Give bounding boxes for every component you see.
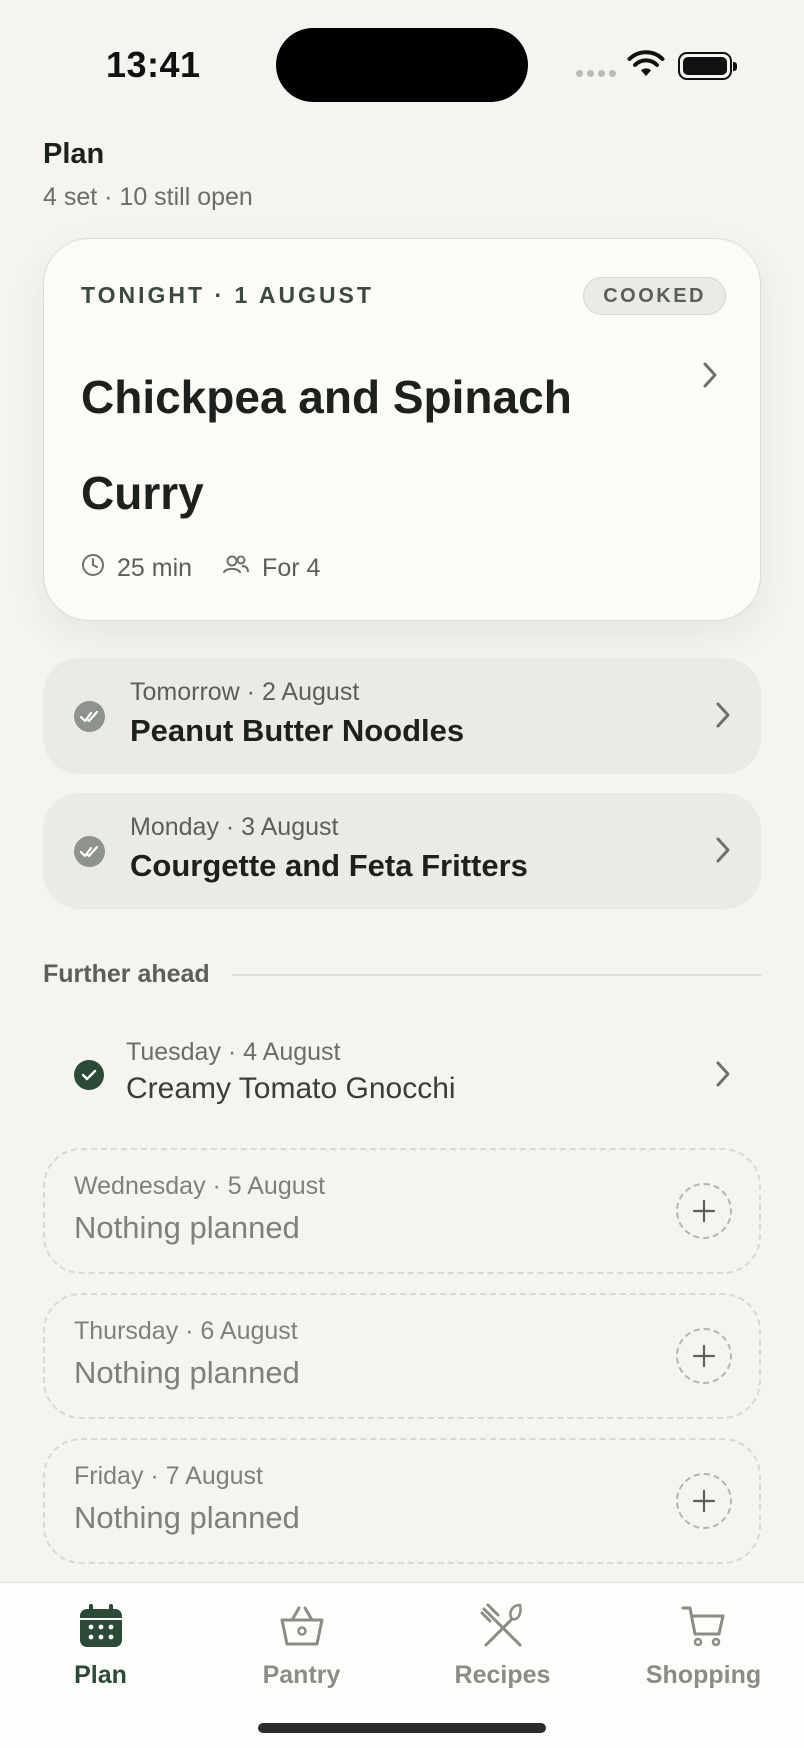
empty-day-date: Wednesday · 5 August <box>74 1172 326 1200</box>
meal-date: Tuesday · 4 August <box>126 1038 341 1066</box>
tonight-date-label: TONIGHT · 1 AUGUST <box>81 282 374 308</box>
add-meal-button[interactable] <box>676 1328 732 1384</box>
chevron-right-icon <box>702 361 718 394</box>
home-indicator[interactable] <box>258 1723 546 1733</box>
cart-icon <box>681 1601 727 1651</box>
plus-icon <box>692 1344 716 1368</box>
empty-day-text: Nothing planned <box>74 1355 300 1390</box>
empty-day-card-wednesday: Wednesday · 5 August Nothing planned <box>43 1148 761 1274</box>
meal-name: Courgette and Feta Fritters <box>130 848 528 883</box>
cooked-badge: COOKED <box>583 277 726 315</box>
meal-card-tomorrow[interactable]: Tomorrow · 2 August Peanut Butter Noodle… <box>43 658 761 774</box>
meal-duration: 25 min <box>117 554 193 582</box>
section-divider <box>231 973 761 976</box>
empty-day-text: Nothing planned <box>74 1500 300 1535</box>
tab-label: Plan <box>74 1661 127 1689</box>
double-check-icon <box>74 836 105 867</box>
page-header: Plan 4 set · 10 still open <box>43 138 253 212</box>
tab-label: Pantry <box>262 1661 341 1689</box>
tab-label: Shopping <box>645 1661 762 1689</box>
basket-icon <box>279 1601 325 1651</box>
tab-shopping[interactable]: Shopping <box>603 1601 804 1690</box>
status-time: 13:41 <box>106 44 201 85</box>
tonight-meal-title: Chickpea and Spinach Curry <box>81 371 572 519</box>
double-check-icon <box>74 701 105 732</box>
empty-day-text: Nothing planned <box>74 1210 300 1245</box>
meal-card-monday[interactable]: Monday · 3 August Courgette and Feta Fri… <box>43 793 761 909</box>
chevron-right-icon <box>715 701 731 734</box>
chevron-right-icon <box>715 836 731 869</box>
tonight-meal-card[interactable]: TONIGHT · 1 AUGUST COOKED Chickpea and S… <box>43 238 761 621</box>
calendar-icon <box>78 1601 124 1651</box>
wifi-icon <box>627 50 665 83</box>
meal-date: Tomorrow · 2 August <box>130 678 360 706</box>
empty-day-card-thursday: Thursday · 6 August Nothing planned <box>43 1293 761 1419</box>
meal-servings: For 4 <box>262 554 321 582</box>
add-meal-button[interactable] <box>676 1473 732 1529</box>
add-meal-button[interactable] <box>676 1183 732 1239</box>
meal-meta: 25 min For 4 <box>81 553 350 584</box>
plus-icon <box>692 1199 716 1223</box>
empty-day-card-friday: Friday · 7 August Nothing planned <box>43 1438 761 1564</box>
battery-icon <box>678 52 737 80</box>
status-bar: 13:41 <box>0 0 804 130</box>
chevron-right-icon <box>715 1060 731 1093</box>
further-ahead-section-header: Further ahead <box>43 960 761 989</box>
tab-plan[interactable]: Plan <box>0 1601 201 1690</box>
dynamic-island <box>276 28 528 102</box>
empty-day-date: Friday · 7 August <box>74 1462 263 1490</box>
check-icon <box>74 1060 104 1090</box>
people-icon <box>222 553 250 584</box>
empty-day-date: Thursday · 6 August <box>74 1317 298 1345</box>
page-subtitle: 4 set · 10 still open <box>43 183 253 211</box>
clock-icon <box>81 553 105 584</box>
tab-recipes[interactable]: Recipes <box>402 1601 603 1690</box>
page-title: Plan <box>43 138 105 170</box>
tab-pantry[interactable]: Pantry <box>201 1601 402 1690</box>
meal-row-tuesday[interactable]: Tuesday · 4 August Creamy Tomato Gnocchi <box>43 1030 761 1120</box>
meal-name: Peanut Butter Noodles <box>130 713 465 748</box>
tab-label: Recipes <box>454 1661 551 1689</box>
plus-icon <box>692 1489 716 1513</box>
cellular-signal-icon <box>576 70 616 77</box>
utensils-icon <box>478 1601 528 1651</box>
section-label: Further ahead <box>43 960 210 988</box>
meal-date: Monday · 3 August <box>130 813 339 841</box>
meal-name: Creamy Tomato Gnocchi <box>126 1072 456 1105</box>
